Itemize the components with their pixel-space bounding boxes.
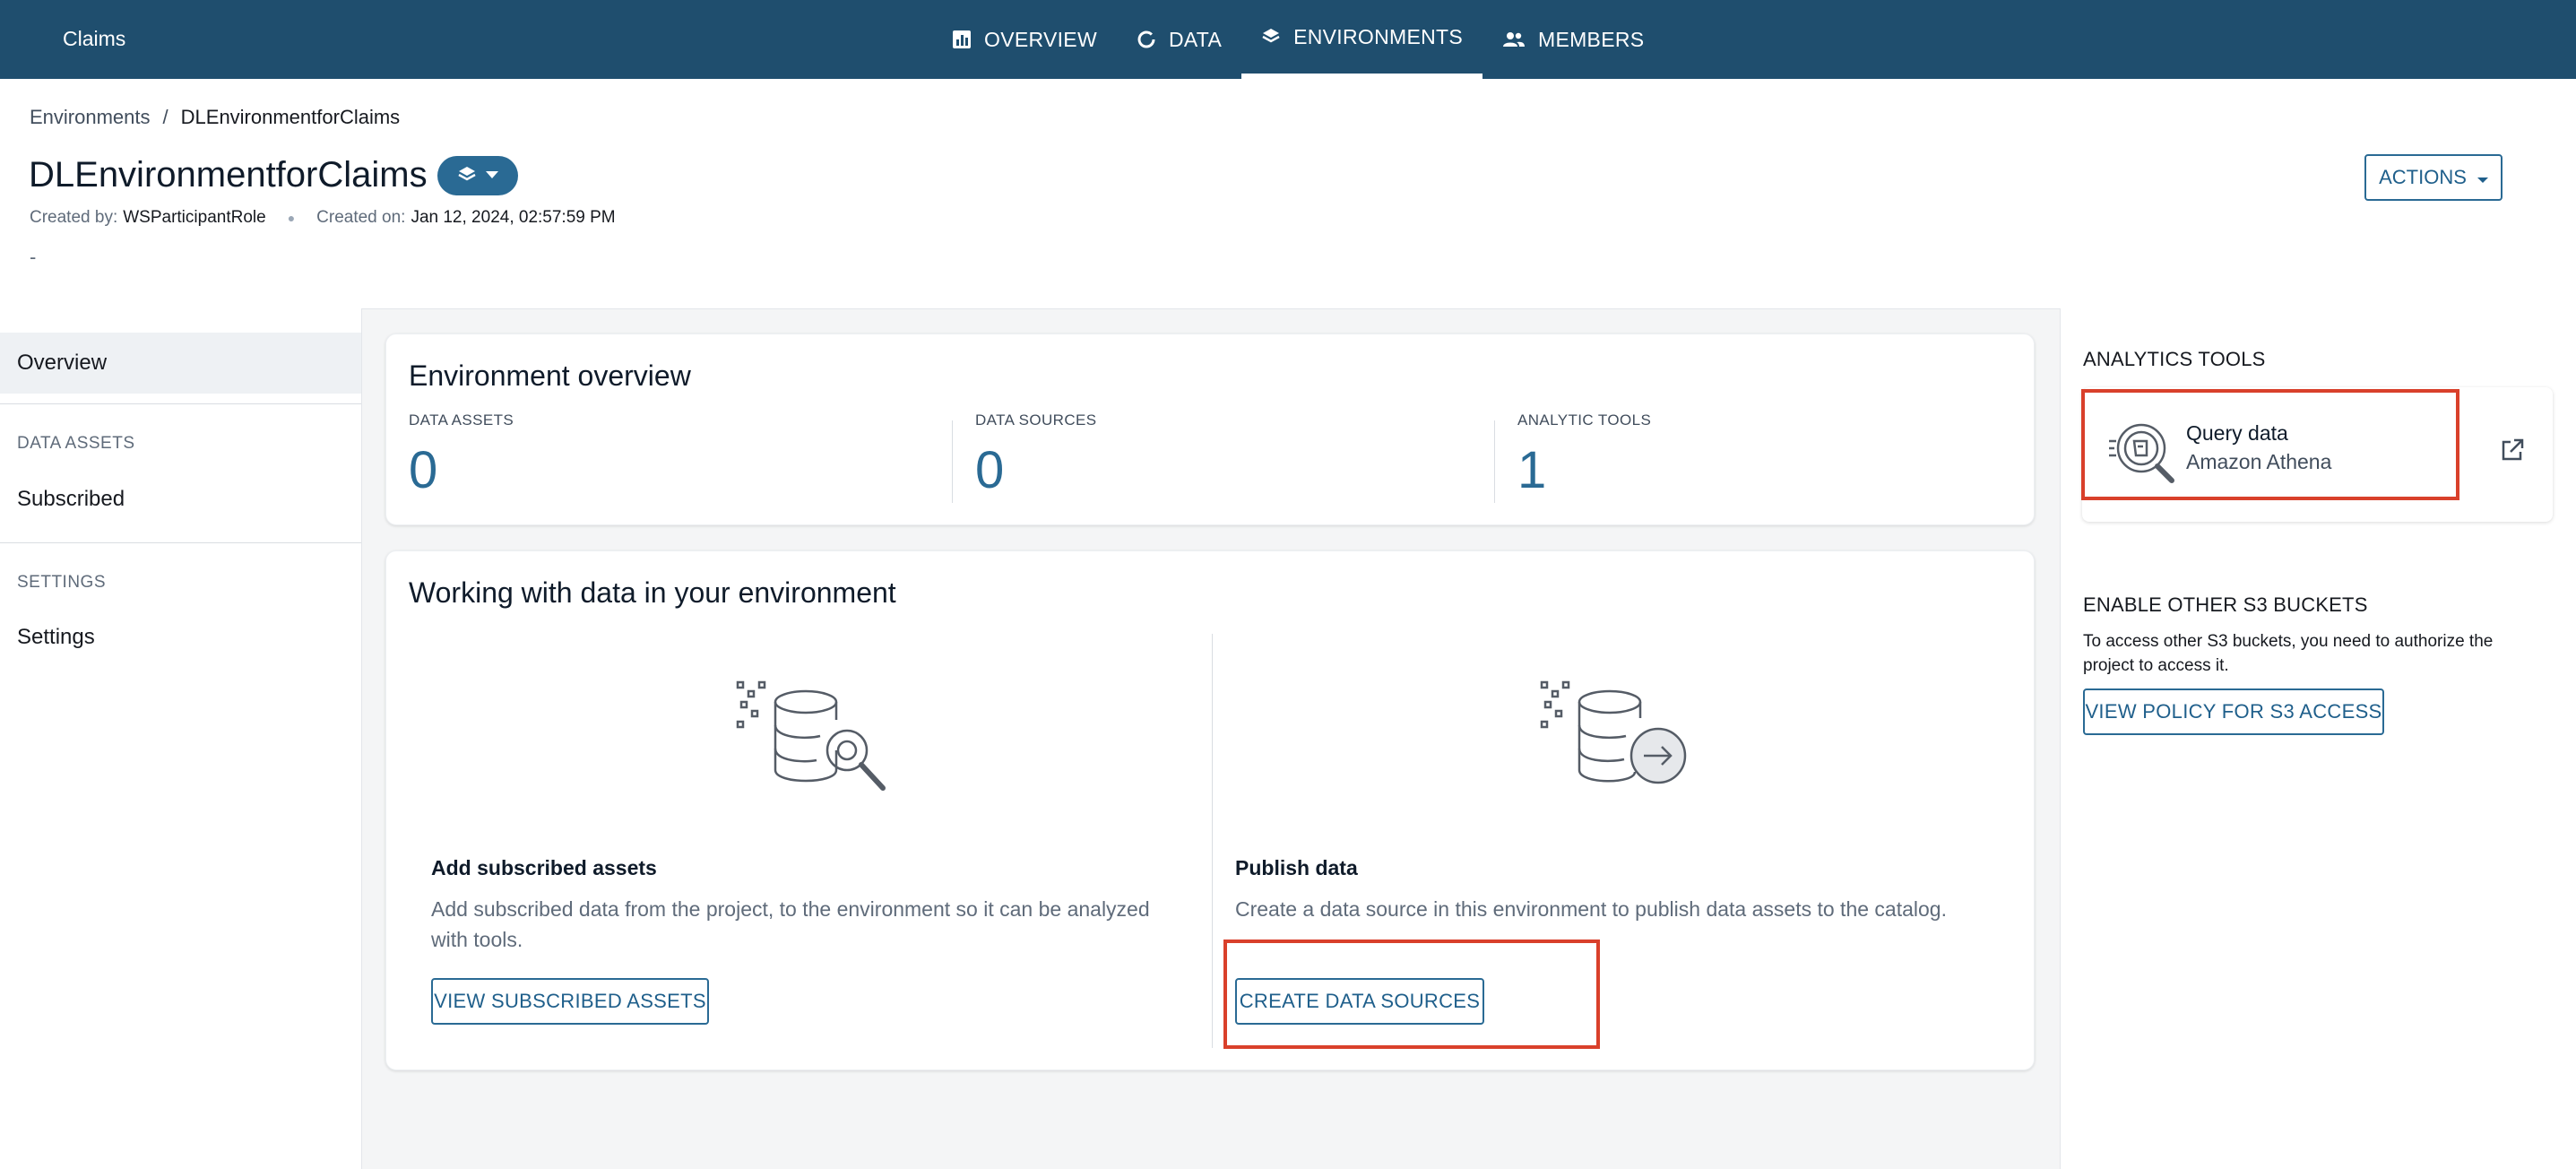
stat-label-data-sources: DATA SOURCES [975, 411, 1097, 429]
sidebar-section-data-assets: DATA ASSETS [17, 434, 135, 453]
description-line: with tools. [431, 928, 523, 951]
environment-metadata: Created by: WSParticipantRole ● Created … [30, 208, 616, 228]
page-header: Environments / DLEnvironmentforClaims DL… [0, 79, 2576, 308]
tab-environments-label: ENVIRONMENTS [1293, 24, 1463, 48]
sidebar-item-label: Overview [17, 351, 108, 375]
meta-separator: ● [287, 211, 296, 225]
top-navigation-bar: Claims OVERVIEW DATA ENVIRONMENTS MEMBER… [0, 0, 2576, 79]
left-sidebar: Overview DATA ASSETS Subscribed SETTINGS… [0, 308, 362, 1169]
stat-divider [1494, 420, 1495, 503]
chart-icon [952, 30, 972, 49]
tab-overview-label: OVERVIEW [984, 27, 1097, 51]
stat-divider [952, 420, 953, 503]
card-title: Environment overview [409, 359, 691, 392]
layers-icon [1261, 27, 1281, 47]
view-policy-s3-access-button[interactable]: VIEW POLICY FOR S3 ACCESS [2083, 688, 2384, 735]
view-subscribed-assets-button[interactable]: VIEW SUBSCRIBED ASSETS [431, 978, 709, 1025]
database-search-illustration [734, 677, 895, 807]
tab-environments[interactable]: ENVIRONMENTS [1241, 0, 1482, 79]
caret-down-icon [486, 168, 498, 184]
sidebar-divider [0, 403, 361, 404]
publish-data-title: Publish data [1235, 856, 1358, 879]
sidebar-section-settings: SETTINGS [17, 573, 107, 592]
tab-data[interactable]: DATA [1117, 0, 1241, 79]
database-publish-illustration [1538, 677, 1699, 807]
breadcrumb-current: DLEnvironmentforClaims [180, 106, 401, 128]
enable-s3-description: To access other S3 buckets, you need to … [2083, 629, 2549, 678]
sidebar-divider [0, 542, 361, 543]
created-on-label: Created on: [316, 208, 406, 227]
external-link-icon[interactable] [2500, 437, 2525, 467]
breadcrumb: Environments / DLEnvironmentforClaims [30, 106, 400, 129]
breadcrumb-separator: / [162, 106, 169, 128]
column-divider [1212, 634, 1213, 1048]
caret-down-icon [2477, 166, 2488, 189]
users-icon [1502, 30, 1526, 49]
stat-value-analytic-tools: 1 [1517, 441, 1547, 499]
circle-icon [1137, 30, 1156, 49]
actions-button[interactable]: ACTIONS [2364, 154, 2503, 201]
environment-description: - [30, 246, 37, 268]
layers-icon [457, 164, 477, 188]
environment-type-dropdown[interactable] [437, 156, 518, 195]
working-with-data-card: Working with data in your environment Ad… [385, 550, 2035, 1070]
sidebar-item-subscribed[interactable]: Subscribed [0, 483, 361, 515]
top-nav-tabs: OVERVIEW DATA ENVIRONMENTS MEMBERS [932, 0, 1664, 79]
add-subscribed-assets-title: Add subscribed assets [431, 856, 657, 879]
publish-data-description: Create a data source in this environment… [1235, 897, 1947, 921]
stat-value-data-assets: 0 [409, 441, 438, 499]
tab-overview[interactable]: OVERVIEW [932, 0, 1117, 79]
description-line: To access other S3 buckets, you need to … [2083, 632, 2494, 651]
created-by-label: Created by: [30, 208, 118, 227]
actions-button-label: ACTIONS [2379, 166, 2467, 188]
environment-overview-card: Environment overview DATA ASSETS 0 DATA … [385, 333, 2035, 525]
sidebar-item-label: Settings [17, 625, 95, 649]
highlight-box [1223, 940, 1600, 1049]
sidebar-item-overview[interactable]: Overview [0, 333, 361, 394]
sidebar-item-settings[interactable]: Settings [0, 621, 361, 654]
highlight-box [2081, 389, 2459, 500]
tab-members[interactable]: MEMBERS [1482, 0, 1664, 79]
tab-members-label: MEMBERS [1538, 27, 1645, 51]
stat-label-data-assets: DATA ASSETS [409, 411, 514, 429]
sidebar-item-label: Subscribed [17, 487, 125, 511]
stat-value-data-sources: 0 [975, 441, 1005, 499]
description-line: Add subscribed data from the project, to… [431, 897, 1150, 921]
stat-label-analytic-tools: ANALYTIC TOOLS [1517, 411, 1652, 429]
description-line: project to access it. [2083, 656, 2229, 675]
analytics-tools-heading: ANALYTICS TOOLS [2083, 348, 2266, 370]
enable-s3-heading: ENABLE OTHER S3 BUCKETS [2083, 593, 2368, 616]
breadcrumb-environments-link[interactable]: Environments [30, 106, 151, 129]
project-name[interactable]: Claims [63, 0, 125, 79]
tab-data-label: DATA [1168, 27, 1223, 51]
page-title: DLEnvironmentforClaims [29, 155, 428, 195]
add-subscribed-assets-description: Add subscribed data from the project, to… [431, 894, 1202, 955]
created-on-value: Jan 12, 2024, 02:57:59 PM [411, 208, 616, 227]
created-by-value: WSParticipantRole [123, 208, 266, 227]
card-title: Working with data in your environment [409, 576, 896, 609]
